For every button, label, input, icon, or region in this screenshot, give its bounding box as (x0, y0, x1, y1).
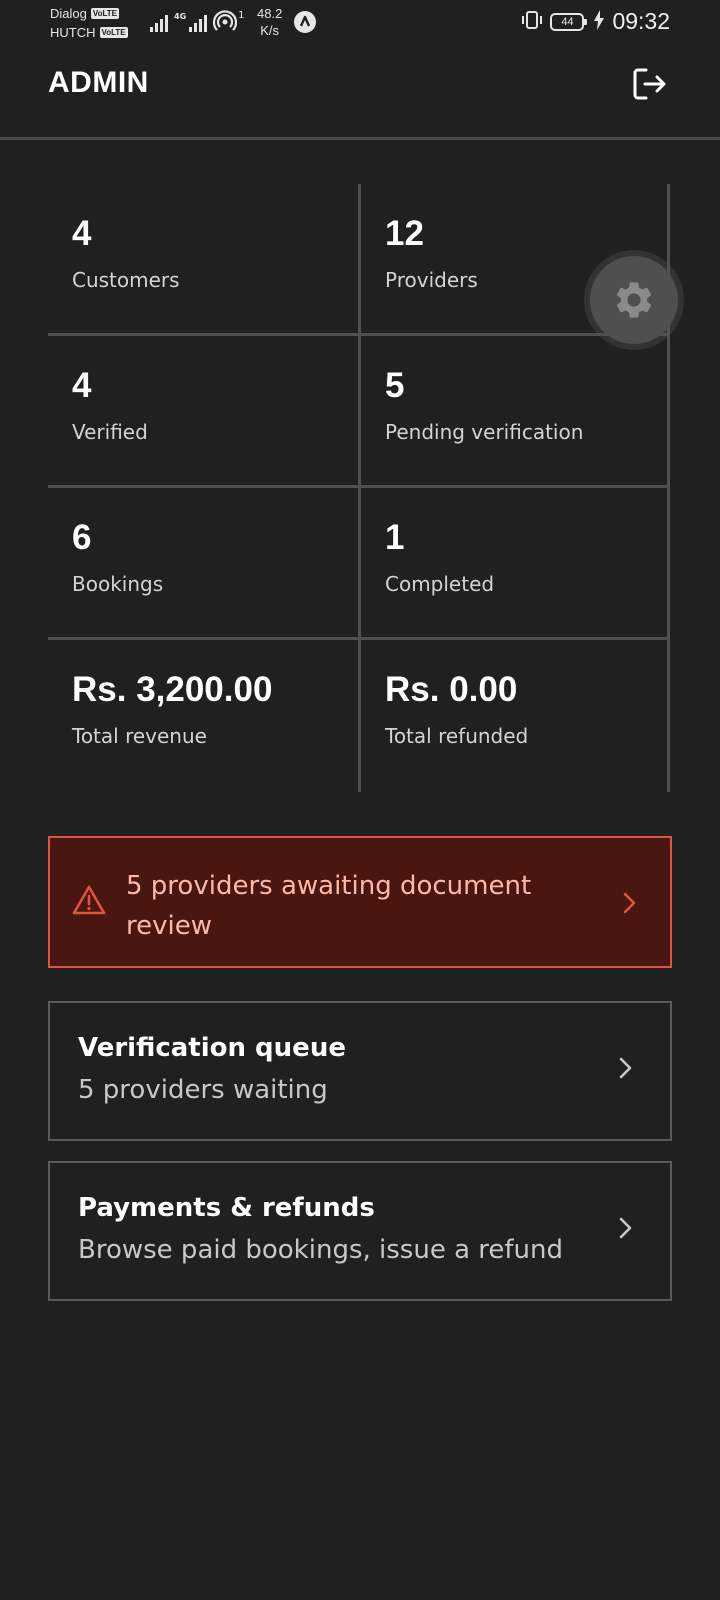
stat-label: Completed (385, 572, 495, 596)
stat-value: Rs. 3,200.00 (72, 670, 273, 709)
carrier-1-name: Dialog (50, 6, 87, 21)
hotspot-count: 1 (238, 10, 245, 21)
signal-2-icon: 4G (174, 12, 208, 32)
chevron-right-icon (623, 892, 636, 914)
volte-badge-2: VoLTE (99, 27, 128, 38)
stat-value: 4 (72, 214, 92, 253)
payments-refunds-card[interactable]: Payments & refunds Browse paid bookings,… (48, 1161, 672, 1301)
app-header: ADMIN (0, 46, 720, 140)
card-title: Payments & refunds (78, 1193, 375, 1223)
card-subtitle: 5 providers waiting (78, 1075, 328, 1105)
warning-icon (72, 885, 106, 915)
card-subtitle: Browse paid bookings, issue a refund (78, 1235, 563, 1265)
stat-value: 12 (385, 214, 424, 253)
page-title: ADMIN (48, 66, 149, 99)
settings-fab-inner (590, 256, 678, 344)
hotspot-icon: 1 (213, 10, 245, 32)
signal-indicators: 4G 1 (150, 10, 245, 32)
stat-value: 6 (72, 518, 92, 557)
vibrate-icon (520, 9, 544, 35)
stat-pending-verification: 5 Pending verification (358, 336, 670, 488)
chevron-right-icon (619, 1217, 632, 1239)
status-time: 09:32 (612, 8, 670, 34)
stat-customers: 4 Customers (48, 184, 358, 336)
network-speed: 48.2 K/s (257, 5, 282, 39)
stat-total-revenue: Rs. 3,200.00 Total revenue (48, 640, 358, 792)
card-title: Verification queue (78, 1033, 346, 1063)
stat-bookings: 6 Bookings (48, 488, 358, 640)
stat-label: Bookings (72, 572, 164, 596)
volte-badge-1: VoLTE (90, 8, 120, 19)
speed-value: 48.2 (257, 6, 283, 21)
logout-icon (633, 68, 666, 100)
stat-value: 1 (385, 518, 405, 557)
signal-1-icon (150, 12, 168, 32)
stat-label: Total refunded (385, 724, 529, 748)
stat-label: Customers (72, 268, 180, 292)
stat-value: Rs. 0.00 (385, 670, 518, 709)
verification-queue-card[interactable]: Verification queue 5 providers waiting (48, 1001, 672, 1141)
battery-indicator: 44 (550, 12, 588, 31)
stat-completed: 1 Completed (358, 488, 670, 640)
carrier-info: Dialog VoLTE HUTCH VoLTE (50, 4, 128, 42)
stat-label: Pending verification (385, 420, 584, 444)
stat-value: 4 (72, 366, 92, 405)
network-type-label: 4G (174, 12, 187, 21)
stat-label: Total revenue (72, 724, 207, 748)
pending-documents-alert[interactable]: 5 providers awaiting document review (48, 836, 672, 968)
settings-fab[interactable] (584, 250, 684, 350)
stat-value: 5 (385, 366, 405, 405)
gear-icon (616, 282, 652, 318)
stats-grid: 4 Customers 12 Providers 4 Verified 5 Pe… (48, 184, 670, 792)
status-right: 44 09:32 (520, 8, 670, 35)
navigation-arrow-icon (294, 11, 316, 33)
carrier-2-name: HUTCH (50, 25, 96, 40)
status-bar: Dialog VoLTE HUTCH VoLTE 4G 1 48.2 K/s 4… (0, 0, 720, 46)
stat-label: Verified (72, 420, 148, 444)
chevron-right-icon (619, 1057, 632, 1079)
stat-total-refunded: Rs. 0.00 Total refunded (358, 640, 670, 792)
speed-unit: K/s (260, 23, 280, 38)
stat-verified: 4 Verified (48, 336, 358, 488)
charging-icon (594, 9, 605, 34)
alert-message: 5 providers awaiting document review (126, 871, 532, 941)
logout-button[interactable] (630, 64, 670, 104)
